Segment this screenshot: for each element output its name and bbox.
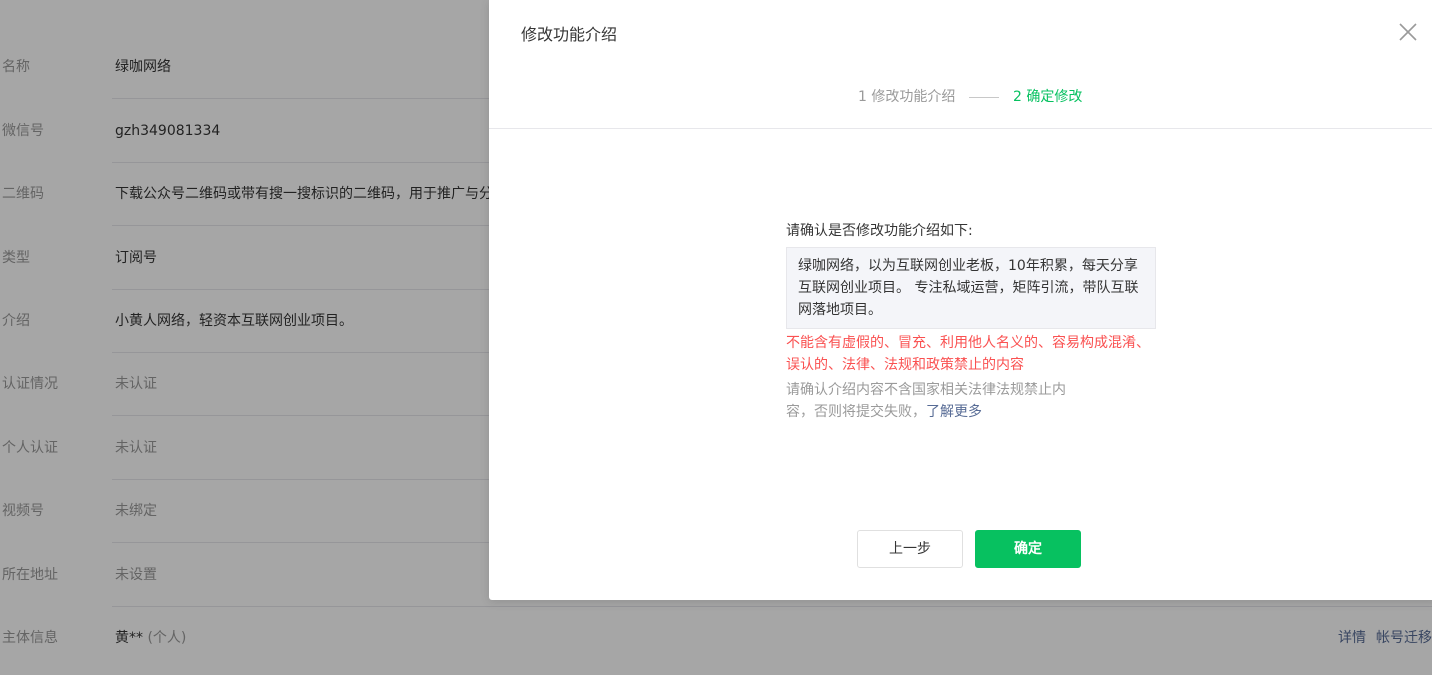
submission-notice: 请确认介绍内容不含国家相关法律法规禁止内容，否则将提交失败，了解更多 bbox=[786, 379, 1076, 423]
dialog-divider bbox=[489, 128, 1432, 129]
learn-more-link[interactable]: 了解更多 bbox=[926, 404, 982, 420]
step-separator bbox=[969, 97, 999, 98]
confirm-question: 请确认是否修改功能介绍如下: bbox=[786, 223, 973, 239]
content-warning: 不能含有虚假的、冒充、利用他人名义的、容易构成混淆、误认的、法律、法规和政策禁止… bbox=[786, 335, 1150, 373]
dialog-title: 修改功能介绍 bbox=[521, 25, 618, 44]
step-2-current: 2 确定修改 bbox=[1013, 89, 1083, 105]
step-1: 1 修改功能介绍 bbox=[858, 89, 956, 105]
close-icon[interactable] bbox=[1397, 21, 1419, 43]
step-indicator: 1 修改功能介绍 2 确定修改 bbox=[489, 86, 1432, 108]
previous-step-button[interactable]: 上一步 bbox=[857, 530, 963, 568]
edit-intro-dialog: 修改功能介绍 1 修改功能介绍 2 确定修改 请确认是否修改功能介绍如下: 绿咖… bbox=[489, 0, 1432, 600]
confirm-button[interactable]: 确定 bbox=[975, 530, 1081, 568]
confirm-content: 请确认是否修改功能介绍如下: 绿咖网络，以为互联网创业老板，10年积累，每天分享… bbox=[786, 220, 1156, 423]
intro-preview: 绿咖网络，以为互联网创业老板，10年积累，每天分享互联网创业项目。 专注私域运营… bbox=[786, 247, 1156, 329]
